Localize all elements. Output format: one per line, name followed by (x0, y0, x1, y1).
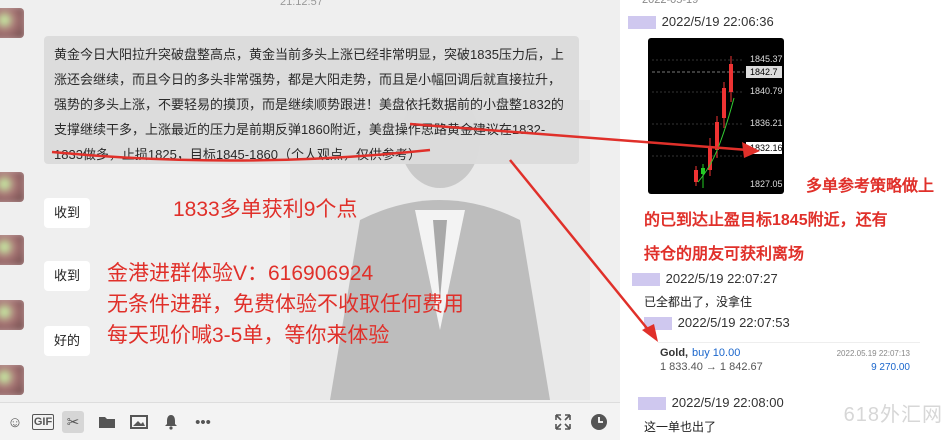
watermark: 618外汇网 (843, 404, 943, 426)
more-icon[interactable]: ••• (192, 411, 214, 433)
image-icon[interactable] (128, 411, 150, 433)
message-header: 2022/5/19 22:07:27 (632, 271, 778, 287)
profit-annotation: 1833多单获利9个点 (173, 198, 358, 221)
chart-price-label: 1845.37 (750, 54, 783, 64)
bell-icon[interactable] (160, 411, 182, 433)
emoji-icon[interactable]: ☺ (4, 411, 26, 433)
sender-name (632, 273, 660, 287)
avatar[interactable] (0, 365, 24, 395)
trade-datetime: 2022.05.19 22:07:13 (836, 349, 910, 358)
chat-reply-bubble[interactable]: 好的 (44, 326, 91, 356)
message-timestamp: 2022/5/19 22:07:53 (677, 315, 790, 330)
strategy-annotation: 持仓的朋友可获利离场 (644, 246, 805, 263)
chat-timestamp: 21:12:57 (280, 0, 323, 8)
kline-chart-image[interactable]: 1845.37 1842.7 1840.79 1836.21 1832.16 1… (648, 38, 784, 194)
chart-price-label: 1842.7 (750, 67, 778, 77)
history-icon[interactable] (588, 411, 610, 433)
chat-reply-bubble[interactable]: 收到 (44, 261, 91, 291)
message-header: 2022/5/19 22:08:00 (638, 395, 784, 411)
message-text: 已全都出了，没拿住 (644, 295, 753, 309)
avatar[interactable] (0, 172, 24, 202)
folder-icon[interactable] (96, 411, 118, 433)
message-timestamp: 2022/5/19 22:07:27 (665, 271, 778, 286)
avatar[interactable] (0, 300, 24, 330)
trade-record-card[interactable]: Gold, buy 10.00 2022.05.19 22:07:13 1 83… (658, 342, 920, 378)
sender-name (638, 397, 666, 411)
screen: 21:12:57 黄金今日大阳拉升突破盘整高点，黄金当前多头上涨已经非常明显，突… (0, 0, 949, 440)
chart-price-label: 1840.79 (750, 86, 783, 96)
chat-history-pane: 2022-05-19 2022/5/19 22:06:36 1845.37 18… (620, 0, 949, 440)
message-text: 这一单也出了 (644, 420, 717, 434)
avatar[interactable] (0, 235, 24, 265)
expand-icon[interactable] (552, 411, 574, 433)
chart-price-label: 1836.21 (750, 118, 783, 128)
scissors-icon[interactable]: ✂ (62, 411, 84, 433)
chat-toolbar: ☺ GIF ✂ ••• (0, 402, 620, 440)
chat-reply-bubble[interactable]: 收到 (44, 198, 91, 228)
chat-message-text: 黄金今日大阳拉升突破盘整高点，黄金当前多头上涨已经非常明显，突破1835压力后，… (54, 47, 564, 162)
strategy-annotation: 多单参考策略做上 (806, 178, 935, 195)
trade-profit: 9 270.00 (871, 362, 910, 373)
message-timestamp: 2022/5/19 22:08:00 (671, 395, 784, 410)
gif-icon[interactable]: GIF (32, 414, 54, 430)
sender-name (644, 317, 672, 331)
chart-price-label: 1827.05 (750, 179, 783, 189)
promo-line: 每天现价喊3-5单，等你来体验 (107, 324, 390, 347)
message-header: 2022/5/19 22:06:36 (628, 14, 774, 30)
trade-side: buy 10.00 (692, 347, 741, 359)
promo-line: 无条件进群，免费体验不收取任何费用 (107, 293, 464, 316)
sender-name (628, 16, 656, 30)
strategy-annotation: 的已到达止盈目标1845附近，还有 (644, 212, 888, 229)
message-timestamp: 2022/5/19 22:06:36 (661, 14, 774, 29)
avatar[interactable] (0, 8, 24, 38)
chat-pane: 21:12:57 黄金今日大阳拉升突破盘整高点，黄金当前多头上涨已经非常明显，突… (0, 0, 620, 440)
promo-annotation: 金港进群体验V：616906924 无条件进群，免费体验不收取任何费用 每天现价… (107, 258, 464, 351)
promo-line: 金港进群体验V：616906924 (107, 262, 374, 285)
trade-prices: 1 833.40 → 1 842.67 (660, 361, 763, 373)
history-date: 2022-05-19 (642, 0, 699, 6)
chart-price-label: 1832.16 (750, 143, 783, 153)
message-header: 2022/5/19 22:07:53 (644, 315, 790, 331)
trade-symbol: Gold, (660, 347, 689, 359)
chat-message-bubble[interactable]: 黄金今日大阳拉升突破盘整高点，黄金当前多头上涨已经非常明显，突破1835压力后，… (44, 36, 579, 164)
